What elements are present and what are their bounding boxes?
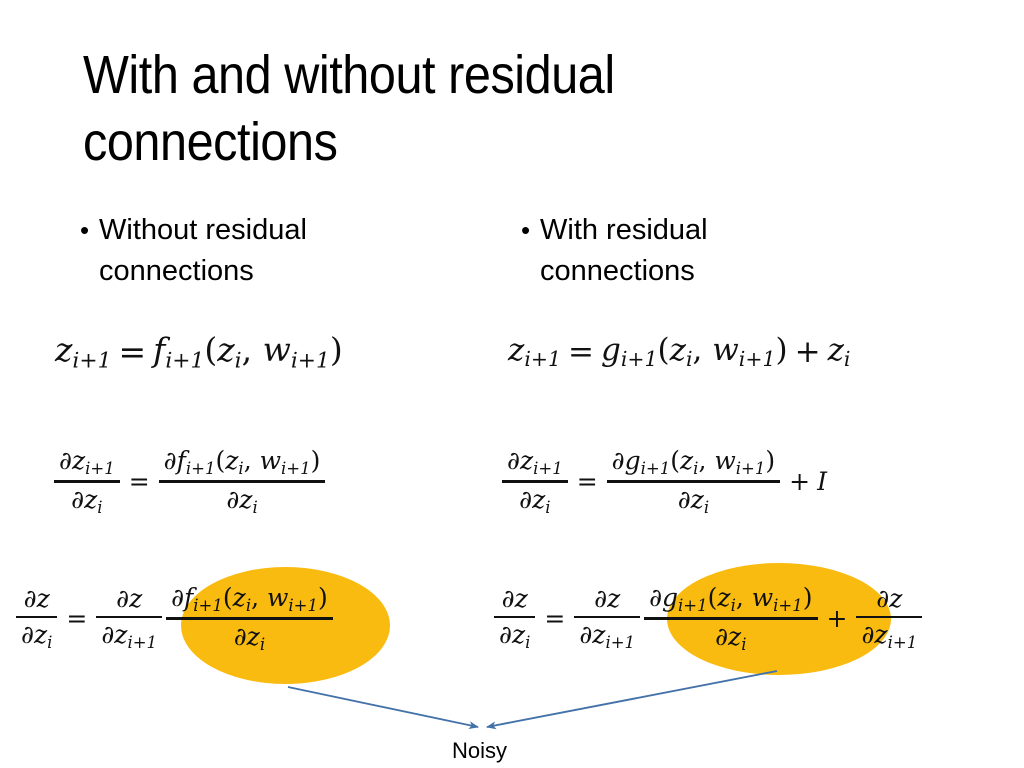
denominator: ∂zi — [677, 484, 710, 517]
fraction-rhs: ∂fi+1(zi, wi+1) ∂zi — [158, 446, 326, 517]
denominator: ∂zi — [519, 484, 551, 517]
bullet-marker-icon: • — [521, 215, 531, 245]
slide-canvas: With and without residual connections • … — [0, 0, 1024, 768]
fraction-bar — [494, 615, 536, 619]
fraction-bar — [54, 480, 120, 483]
numerator: ∂gi+1(zi, wi+1) — [611, 446, 776, 478]
numerator: ∂fi+1(zi, wi+1) — [171, 583, 328, 615]
denominator: ∂zi — [71, 484, 103, 517]
plus-sign: + — [789, 467, 811, 497]
fraction-rhs: ∂gi+1(zi, wi+1) ∂zi — [606, 446, 781, 517]
lhs-symbol: zi+1 — [55, 330, 112, 374]
function-symbol: fi+1 — [153, 330, 205, 374]
denominator: ∂zi — [499, 620, 531, 653]
fraction-highlighted-noisy-term: ∂gi+1(zi, wi+1) ∂zi — [644, 583, 818, 654]
arrow-from-right-term — [486, 670, 778, 730]
slide-title: With and without residual connections — [83, 45, 615, 172]
fraction-lhs: ∂zi+1 ∂zi — [54, 446, 120, 517]
equation-right-chain-rule: ∂z ∂zi = ∂z ∂zi+1 ∂gi+1(zi, wi+1) ∂zi + … — [492, 583, 924, 654]
fraction-bar — [96, 615, 163, 619]
plus-sign: + — [794, 333, 821, 370]
fraction-upstream-gradient: ∂z ∂zi+1 — [96, 584, 163, 653]
bullet-with-residual: • With residual connections — [521, 210, 921, 292]
fraction-skip-connection-term: ∂z ∂zi+1 — [856, 584, 923, 653]
equals-sign: = — [128, 467, 150, 497]
denominator: ∂zi — [233, 621, 266, 654]
fraction-bar — [574, 615, 641, 619]
denominator: ∂zi+1 — [101, 620, 158, 653]
bullet-label-right: With residual connections — [540, 214, 708, 287]
equals-sign: = — [66, 604, 88, 634]
bullet-label-left: Without residual connections — [99, 214, 307, 287]
arrow-from-left-term — [287, 686, 479, 730]
residual-term: zi — [827, 332, 851, 372]
denominator: ∂zi — [226, 484, 258, 517]
fraction-lhs: ∂z ∂zi — [16, 584, 58, 653]
bullet-marker-icon: • — [80, 215, 90, 245]
numerator: ∂z — [501, 584, 528, 614]
equation-left-forward: zi+1 = fi+1 (zi, wi+1) — [55, 330, 343, 374]
equals-sign: = — [576, 467, 598, 497]
equals-sign: = — [118, 332, 147, 372]
fraction-bar — [644, 617, 818, 620]
fraction-lhs: ∂zi+1 ∂zi — [502, 446, 568, 517]
denominator: ∂zi+1 — [861, 620, 918, 653]
plus-sign: + — [826, 604, 848, 634]
noisy-annotation-label: Noisy — [452, 738, 508, 763]
function-arguments: (zi, wi+1) — [657, 332, 788, 372]
numerator: ∂z — [116, 584, 143, 614]
fraction-bar — [502, 480, 568, 483]
fraction-lhs: ∂z ∂zi — [494, 584, 536, 653]
function-arguments: (zi, wi+1) — [204, 330, 343, 374]
fraction-bar — [606, 480, 781, 483]
equation-left-chain-rule: ∂z ∂zi = ∂z ∂zi+1 ∂fi+1(zi, wi+1) ∂zi — [14, 583, 335, 654]
equals-sign: = — [544, 604, 566, 634]
fraction-bar — [856, 615, 923, 619]
fraction-bar — [158, 480, 326, 483]
function-symbol: gi+1 — [601, 332, 658, 372]
denominator: ∂zi — [715, 621, 747, 654]
numerator: ∂z — [23, 584, 50, 614]
numerator: ∂zi+1 — [507, 446, 563, 478]
identity-matrix-symbol: I — [817, 467, 827, 497]
fraction-upstream-gradient: ∂z ∂zi+1 — [574, 584, 641, 653]
equation-right-forward: zi+1 = gi+1 (zi, wi+1) + zi — [508, 332, 850, 371]
numerator: ∂gi+1(zi, wi+1) — [649, 583, 813, 615]
lhs-symbol: zi+1 — [508, 332, 562, 372]
numerator: ∂zi+1 — [59, 446, 115, 478]
numerator: ∂z — [876, 584, 903, 614]
fraction-bar — [166, 617, 333, 620]
fraction-highlighted-noisy-term: ∂fi+1(zi, wi+1) ∂zi — [166, 583, 333, 654]
bullet-without-residual: • Without residual connections — [80, 210, 480, 292]
equation-right-jacobian: ∂zi+1 ∂zi = ∂gi+1(zi, wi+1) ∂zi + I — [500, 446, 827, 517]
denominator: ∂zi+1 — [579, 620, 636, 653]
denominator: ∂zi — [21, 620, 53, 653]
numerator: ∂fi+1(zi, wi+1) — [163, 446, 321, 478]
equation-left-jacobian: ∂zi+1 ∂zi = ∂fi+1(zi, wi+1) ∂zi — [52, 446, 327, 517]
fraction-bar — [16, 615, 58, 619]
numerator: ∂z — [594, 584, 621, 614]
equals-sign: = — [568, 333, 594, 370]
